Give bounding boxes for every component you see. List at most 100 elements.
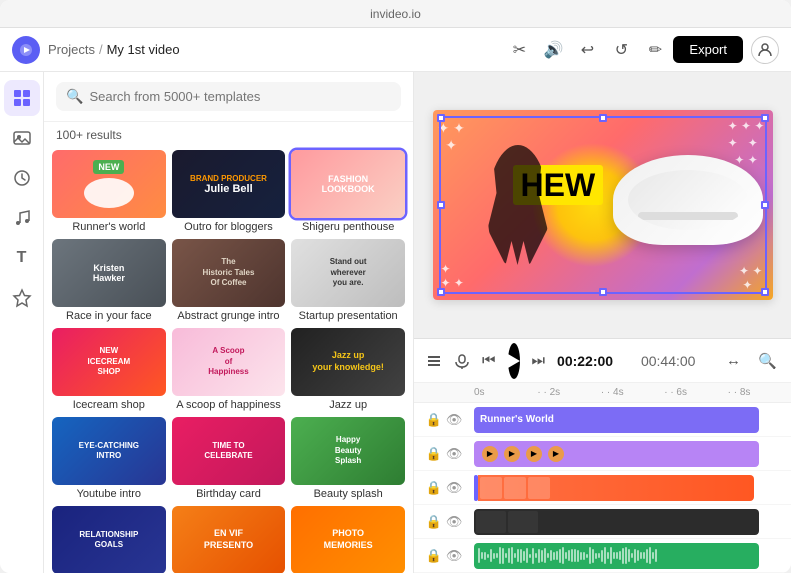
timeline-tool-mic[interactable] <box>454 347 470 375</box>
track-clip-2a[interactable]: ▶ ▶ ▶ ▶ <box>474 441 759 467</box>
template-item-12[interactable]: HappyBeautySplash Beauty splash <box>291 417 405 500</box>
scissors-icon[interactable]: ✂ <box>509 40 529 60</box>
sidebar-item-media[interactable] <box>4 120 40 156</box>
app-logo <box>12 36 40 64</box>
track-clip-label-1: Runner's World <box>480 414 554 425</box>
track-eye-icon-5[interactable]: 👁 <box>446 548 463 564</box>
template-item-4[interactable]: KristenHawker Race in your face <box>52 239 166 322</box>
template-thumb-2: BRAND PRODUCER Julie Bell <box>172 150 286 218</box>
user-avatar-icon[interactable] <box>751 36 779 64</box>
track-lock-icon-5[interactable]: 🔒 <box>426 548 442 564</box>
app-window: invideo.io Projects / My 1st video ✂ 🔊 ↩… <box>0 0 791 573</box>
track-content-5: (function(){ var bars = []; for(var i=0;… <box>474 542 791 570</box>
expand-icon[interactable]: ↔ <box>719 347 747 375</box>
track-eye-icon-2[interactable]: 👁 <box>446 446 463 462</box>
template-thumb-4: KristenHawker <box>52 239 166 307</box>
clip-icon-c: ▶ <box>526 446 542 462</box>
track-row-2: 🔒 👁 ▶ ▶ ▶ ▶ <box>414 437 791 471</box>
clip-icon-b: ▶ <box>504 446 520 462</box>
template-item-5[interactable]: TheHistoric TalesOf Coffee Abstract grun… <box>172 239 286 322</box>
video-canvas: ✦ ✦ ✦ ✦ ✦ ✦✦ ✦ ✦ ✦ ✦✦ ✦ ✦ ✦ ✦ HEW <box>433 110 773 300</box>
search-input[interactable] <box>89 89 391 104</box>
main-content: T 🔍 100+ results <box>0 72 791 573</box>
breadcrumb-projects[interactable]: Projects <box>48 42 95 57</box>
handle-tm <box>599 114 607 122</box>
template-item-7[interactable]: NEWICECREAMSHOP Icecream shop <box>52 328 166 411</box>
template-item-13[interactable]: RELATIONSHIPGOALS Relationship goals <box>52 506 166 573</box>
template-item-3[interactable]: FASHIONLOOKBOOK Shigeru penthouse <box>291 150 405 233</box>
template-label-6: Startup presentation <box>291 310 405 322</box>
template-label-1: Runner's world <box>52 221 166 233</box>
audio-track[interactable]: (function(){ var bars = []; for(var i=0;… <box>474 543 759 569</box>
template-item-1[interactable]: NEW Runner's world <box>52 150 166 233</box>
template-label-3: Shigeru penthouse <box>291 221 405 233</box>
breadcrumb-current: My 1st video <box>107 42 180 57</box>
user-icon <box>757 42 773 58</box>
sidebar-item-elements[interactable] <box>4 280 40 316</box>
sidebar-item-music[interactable] <box>4 200 40 236</box>
brush-icon[interactable]: ✏ <box>645 40 665 60</box>
track-content-4 <box>474 508 791 536</box>
track-eye-icon-4[interactable]: 👁 <box>446 514 463 530</box>
play-button[interactable] <box>508 343 520 379</box>
timeline-ruler: 0s · · 2s · · 4s · · 6s · · 8s <box>414 383 791 403</box>
template-item-2[interactable]: BRAND PRODUCER Julie Bell Outro for blog… <box>172 150 286 233</box>
ruler-4s: · · 4s <box>601 387 664 398</box>
clip-icon-d: ▶ <box>548 446 564 462</box>
skip-back-button[interactable]: ⏮ <box>482 347 496 375</box>
handle-bm <box>599 288 607 296</box>
timeline-tool-list[interactable] <box>426 347 442 375</box>
track-eye-icon-3[interactable]: 👁 <box>446 480 463 496</box>
handle-lm <box>437 201 445 209</box>
track-controls-5: 🔒 👁 <box>414 548 474 564</box>
template-item-10[interactable]: EYE-CATCHINGINTRO Youtube intro <box>52 417 166 500</box>
template-item-14[interactable]: EN VIFPRESENTO Photo memories <box>172 506 286 573</box>
template-label-11: Birthday card <box>172 488 286 500</box>
current-time: 00:22:00 <box>557 353 613 369</box>
track-lock-icon-2[interactable]: 🔒 <box>426 446 442 462</box>
track-clip-4[interactable] <box>474 509 759 535</box>
timeline-toolbar: ⏮ ⏭ 00:22:00 00:44:00 ↔ 🔍 <box>414 339 791 383</box>
redo-icon[interactable]: ↩ <box>577 40 597 60</box>
app-header: Projects / My 1st video ✂ 🔊 ↩ ↺ ✏ Export <box>0 28 791 72</box>
templates-panel: 🔍 100+ results NEW Runner's world <box>44 72 414 573</box>
refresh-icon[interactable]: ↺ <box>611 40 631 60</box>
clip-icon-a: ▶ <box>482 446 498 462</box>
template-label-9: Jazz up <box>291 399 405 411</box>
template-item-11[interactable]: TIME TOCELEBRATE Birthday card <box>172 417 286 500</box>
track-eye-icon-1[interactable]: 👁 <box>446 412 463 428</box>
track-clip-1[interactable]: Runner's World <box>474 407 759 433</box>
track-controls-2: 🔒 👁 <box>414 446 474 462</box>
title-bar-text: invideo.io <box>370 7 421 21</box>
zoom-controls: ↔ 🔍 <box>719 347 781 375</box>
zoom-in-icon[interactable]: 🔍 <box>753 347 781 375</box>
sidebar-item-text[interactable]: T <box>4 240 40 276</box>
volume-icon[interactable]: 🔊 <box>543 40 563 60</box>
template-item-9[interactable]: Jazz upyour knowledge! Jazz up <box>291 328 405 411</box>
track-row-3: 🔒 👁 <box>414 471 791 505</box>
track-row-5: 🔒 👁 (function(){ var bars = []; for(var … <box>414 539 791 573</box>
sidebar-item-templates[interactable] <box>4 80 40 116</box>
ruler-8s: · · 8s <box>728 387 791 398</box>
template-thumb-11: TIME TOCELEBRATE <box>172 417 286 485</box>
template-item-8[interactable]: A ScoopofHappiness A scoop of happiness <box>172 328 286 411</box>
search-input-wrap: 🔍 <box>56 82 401 111</box>
track-lock-icon-4[interactable]: 🔒 <box>426 514 442 530</box>
clip-frame-dark-2 <box>508 511 538 533</box>
track-lock-icon-3[interactable]: 🔒 <box>426 480 442 496</box>
track-clip-3[interactable] <box>478 475 754 501</box>
templates-grid: NEW Runner's world BRAND PRODUCER Julie … <box>44 146 413 573</box>
template-thumb-12: HappyBeautySplash <box>291 417 405 485</box>
track-row-4: 🔒 👁 <box>414 505 791 539</box>
track-lock-icon-1[interactable]: 🔒 <box>426 412 442 428</box>
template-item-15[interactable]: PHOTOMEMORIES Photo memories <box>291 506 405 573</box>
sidebar-item-history[interactable] <box>4 160 40 196</box>
skip-forward-button[interactable]: ⏭ <box>532 347 546 375</box>
export-button[interactable]: Export <box>673 36 743 63</box>
template-label-5: Abstract grunge intro <box>172 310 286 322</box>
runner-figure <box>478 135 558 275</box>
template-item-6[interactable]: Stand outwhereveryou are. Startup presen… <box>291 239 405 322</box>
template-thumb-5: TheHistoric TalesOf Coffee <box>172 239 286 307</box>
ruler-0s: 0s <box>474 387 537 398</box>
image-icon <box>12 128 32 148</box>
